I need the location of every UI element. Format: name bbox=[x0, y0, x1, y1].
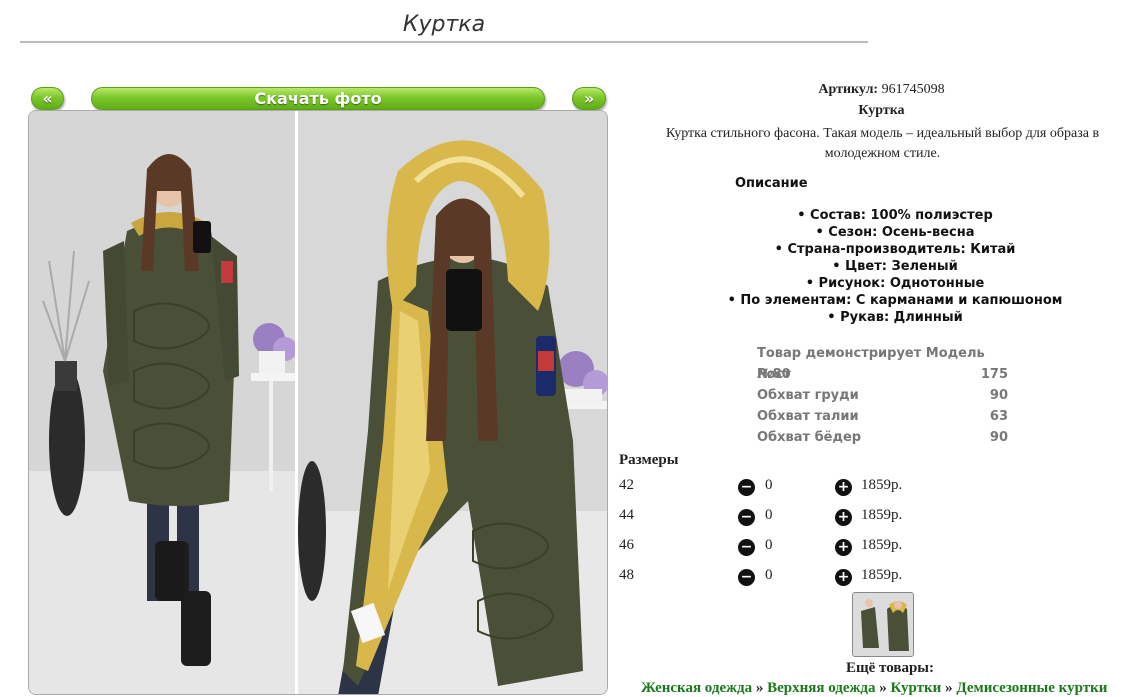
model-label: Обхват бёдер bbox=[757, 430, 862, 445]
model-label: Товар демонстрирует Модель №80 bbox=[757, 346, 985, 382]
breadcrumb-separator: » bbox=[879, 680, 887, 696]
model-value: 90 bbox=[989, 430, 1008, 445]
prev-photo-button[interactable]: « bbox=[31, 87, 64, 110]
plus-circle-icon[interactable]: + bbox=[835, 569, 852, 586]
size-value: 46 bbox=[619, 537, 634, 553]
model-row: Обхват груди 90 bbox=[757, 385, 1008, 406]
size-row: 42 − 0 + 1859р. bbox=[619, 477, 1019, 499]
breadcrumb-link-demiseason[interactable]: Демисезонные куртки bbox=[956, 680, 1107, 696]
quantity-value: 0 bbox=[765, 537, 773, 553]
attribute-item: Состав: 100% полиэстер bbox=[620, 207, 1143, 224]
product-photo-front[interactable] bbox=[29, 111, 295, 694]
attribute-item: Сезон: Осень-весна bbox=[620, 224, 1143, 241]
model-row: Обхват талии 63 bbox=[757, 406, 1008, 427]
model-row: Рост 175 bbox=[757, 364, 1008, 385]
product-photo-detail-image bbox=[298, 111, 607, 694]
model-measurements: Товар демонстрирует Модель №80 Рост 175 … bbox=[757, 343, 1008, 448]
price-value: 1859р. bbox=[861, 477, 903, 493]
attribute-item: Рукав: Длинный bbox=[620, 309, 1143, 326]
next-photo-button[interactable]: » bbox=[572, 87, 606, 110]
download-photo-button[interactable]: Скачать фото bbox=[91, 87, 545, 110]
model-label: Обхват талии bbox=[757, 409, 859, 424]
model-value: 90 bbox=[989, 388, 1008, 403]
minus-circle-icon[interactable]: − bbox=[738, 509, 755, 526]
minus-circle-icon[interactable]: − bbox=[738, 539, 755, 556]
product-thumbnail[interactable] bbox=[852, 592, 914, 657]
size-row: 46 − 0 + 1859р. bbox=[619, 537, 1019, 559]
attribute-item: Страна-производитель: Китай bbox=[620, 241, 1143, 258]
quantity-value: 0 bbox=[765, 507, 773, 523]
product-thumbnail-image bbox=[853, 593, 913, 656]
product-description: Куртка стильного фасона. Такая модель – … bbox=[665, 126, 1100, 161]
article-line: Артикул: 961745098 bbox=[620, 82, 1143, 98]
breadcrumb-link-jackets[interactable]: Куртки bbox=[891, 680, 942, 696]
size-row: 48 − 0 + 1859р. bbox=[619, 567, 1019, 589]
article-value: 961745098 bbox=[881, 82, 945, 97]
plus-circle-icon[interactable]: + bbox=[835, 539, 852, 556]
breadcrumb-link-outerwear[interactable]: Верхняя одежда bbox=[767, 680, 875, 696]
plus-circle-icon[interactable]: + bbox=[835, 479, 852, 496]
product-name: Куртка bbox=[858, 103, 905, 118]
attribute-item: Цвет: Зеленый bbox=[620, 258, 1143, 275]
price-value: 1859р. bbox=[861, 537, 903, 553]
model-value: 63 bbox=[989, 409, 1008, 424]
article-label: Артикул: bbox=[818, 82, 879, 97]
model-row: Обхват бёдер 90 bbox=[757, 427, 1008, 448]
quantity-value: 0 bbox=[765, 567, 773, 583]
price-value: 1859р. bbox=[861, 507, 903, 523]
product-photo-gallery bbox=[28, 110, 608, 695]
minus-circle-icon[interactable]: − bbox=[738, 479, 755, 496]
breadcrumb-link-women[interactable]: Женская одежда bbox=[641, 680, 752, 696]
model-label: Обхват груди bbox=[757, 388, 859, 403]
size-value: 48 bbox=[619, 567, 634, 583]
plus-circle-icon[interactable]: + bbox=[835, 509, 852, 526]
size-value: 44 bbox=[619, 507, 634, 523]
attribute-item: По элементам: С карманами и капюшоном bbox=[620, 292, 1143, 309]
product-photo-detail[interactable] bbox=[298, 111, 607, 694]
description-title: Описание bbox=[735, 176, 808, 191]
minus-circle-icon[interactable]: − bbox=[738, 569, 755, 586]
size-value: 42 bbox=[619, 477, 634, 493]
more-products-label: Ещё товары: bbox=[845, 660, 935, 676]
breadcrumb: Женская одежда » Верхняя одежда » Куртки… bbox=[641, 680, 1143, 697]
sizes-label: Размеры bbox=[619, 452, 679, 468]
attribute-list: Состав: 100% полиэстер Сезон: Осень-весн… bbox=[620, 207, 1143, 326]
model-value: 175 bbox=[980, 367, 1008, 382]
attribute-item: Рисунок: Однотонные bbox=[620, 275, 1143, 292]
page-title: Куртка bbox=[20, 12, 868, 43]
quantity-value: 0 bbox=[765, 477, 773, 493]
price-value: 1859р. bbox=[861, 567, 903, 583]
product-photo-front-image bbox=[29, 111, 295, 694]
breadcrumb-separator: » bbox=[945, 680, 953, 696]
breadcrumb-separator: » bbox=[755, 680, 764, 696]
model-label: Рост bbox=[757, 367, 791, 382]
size-row: 44 − 0 + 1859р. bbox=[619, 507, 1019, 529]
model-row: Товар демонстрирует Модель №80 bbox=[757, 343, 1008, 382]
